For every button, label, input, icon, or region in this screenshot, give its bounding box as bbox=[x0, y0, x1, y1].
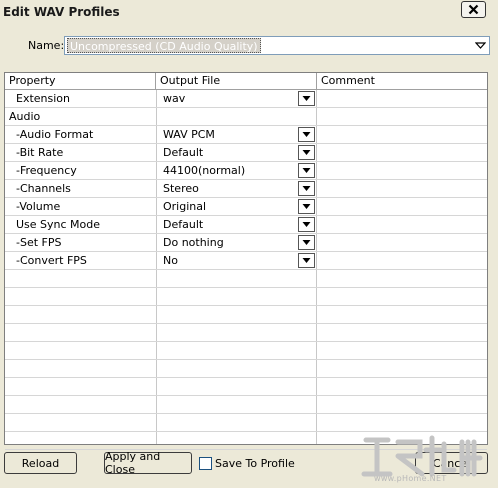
chevron-down-icon bbox=[302, 204, 311, 209]
value-dropdown-button[interactable] bbox=[298, 127, 315, 142]
name-dropdown-button[interactable] bbox=[472, 37, 489, 54]
table-row[interactable]: Audio bbox=[5, 108, 487, 126]
value-dropdown-button[interactable] bbox=[298, 181, 315, 196]
property-cell: -Channels bbox=[16, 182, 71, 195]
value-dropdown-button[interactable] bbox=[298, 91, 315, 106]
name-value[interactable]: Uncompressed (CD Audio Quality) bbox=[67, 38, 261, 53]
chevron-down-icon bbox=[302, 222, 311, 227]
watermark-text: www.pHome.NET bbox=[374, 474, 447, 483]
value-cell[interactable]: Default bbox=[157, 144, 317, 161]
value-cell[interactable]: 44100(normal) bbox=[157, 162, 317, 179]
value-dropdown-button[interactable] bbox=[298, 235, 315, 250]
property-grid: Property Output File Comment Extension wa… bbox=[4, 72, 488, 450]
value-cell[interactable]: Do nothing bbox=[157, 234, 317, 251]
table-row[interactable]: -Frequency 44100(normal) bbox=[5, 162, 487, 180]
property-cell: -Audio Format bbox=[16, 128, 94, 141]
property-cell: -Bit Rate bbox=[16, 146, 64, 159]
table-row[interactable] bbox=[5, 378, 487, 396]
table-row[interactable]: -Audio Format WAV PCM bbox=[5, 126, 487, 144]
name-combobox[interactable]: Uncompressed (CD Audio Quality) bbox=[64, 36, 490, 55]
close-icon bbox=[468, 4, 479, 15]
property-cell: Extension bbox=[16, 92, 71, 105]
table-row[interactable] bbox=[5, 324, 487, 342]
value-dropdown-button[interactable] bbox=[298, 253, 315, 268]
apply-and-close-button[interactable]: Apply and Close bbox=[104, 450, 192, 476]
value-cell[interactable]: Original bbox=[157, 198, 317, 215]
save-to-profile-label: Save To Profile bbox=[215, 457, 295, 470]
table-row[interactable] bbox=[5, 360, 487, 378]
value-dropdown-button[interactable] bbox=[298, 217, 315, 232]
table-row[interactable]: Use Sync Mode Default bbox=[5, 216, 487, 234]
chevron-down-icon bbox=[302, 258, 311, 263]
value-cell[interactable]: WAV PCM bbox=[157, 126, 317, 143]
grid-header: Property Output File Comment bbox=[5, 73, 487, 90]
table-row[interactable]: -Volume Original bbox=[5, 198, 487, 216]
value-cell[interactable]: wav bbox=[157, 90, 317, 107]
chevron-down-icon bbox=[302, 168, 311, 173]
chevron-down-icon bbox=[475, 42, 486, 49]
chevron-down-icon bbox=[302, 240, 311, 245]
value-cell[interactable]: Default bbox=[157, 216, 317, 233]
column-header-property[interactable]: Property bbox=[5, 73, 156, 89]
reload-button[interactable]: Reload bbox=[4, 452, 77, 474]
table-row[interactable] bbox=[5, 270, 487, 288]
save-to-profile-checkbox[interactable] bbox=[199, 457, 212, 470]
column-header-output-file[interactable]: Output File bbox=[156, 73, 317, 89]
property-cell: -Convert FPS bbox=[16, 254, 87, 267]
table-row[interactable]: -Channels Stereo bbox=[5, 180, 487, 198]
window-title: Edit WAV Profiles bbox=[3, 5, 120, 19]
chevron-down-icon bbox=[302, 150, 311, 155]
value-dropdown-button[interactable] bbox=[298, 199, 315, 214]
chevron-down-icon bbox=[302, 186, 311, 191]
value-cell[interactable]: Stereo bbox=[157, 180, 317, 197]
property-cell: -Frequency bbox=[16, 164, 77, 177]
name-label: Name: bbox=[28, 39, 65, 52]
column-header-comment[interactable]: Comment bbox=[317, 73, 487, 89]
table-row[interactable] bbox=[5, 306, 487, 324]
table-row[interactable]: -Set FPS Do nothing bbox=[5, 234, 487, 252]
value-cell[interactable]: No bbox=[157, 252, 317, 269]
chevron-down-icon bbox=[302, 96, 311, 101]
table-row[interactable]: Extension wav bbox=[5, 90, 487, 108]
value-dropdown-button[interactable] bbox=[298, 145, 315, 160]
property-cell: Use Sync Mode bbox=[16, 218, 101, 231]
table-row[interactable] bbox=[5, 396, 487, 414]
table-row[interactable]: -Bit Rate Default bbox=[5, 144, 487, 162]
table-row[interactable]: -Convert FPS No bbox=[5, 252, 487, 270]
title-bar: Edit WAV Profiles bbox=[0, 0, 498, 28]
property-cell: -Volume bbox=[16, 200, 61, 213]
grid-rows: Extension wav Audio -Audio Format WAV PCM -Bi… bbox=[5, 90, 487, 450]
table-row[interactable] bbox=[5, 342, 487, 360]
chevron-down-icon bbox=[302, 132, 311, 137]
close-button[interactable] bbox=[461, 1, 486, 18]
value-dropdown-button[interactable] bbox=[298, 163, 315, 178]
property-cell: -Set FPS bbox=[16, 236, 62, 249]
property-cell: Audio bbox=[9, 110, 41, 123]
table-row[interactable] bbox=[5, 288, 487, 306]
